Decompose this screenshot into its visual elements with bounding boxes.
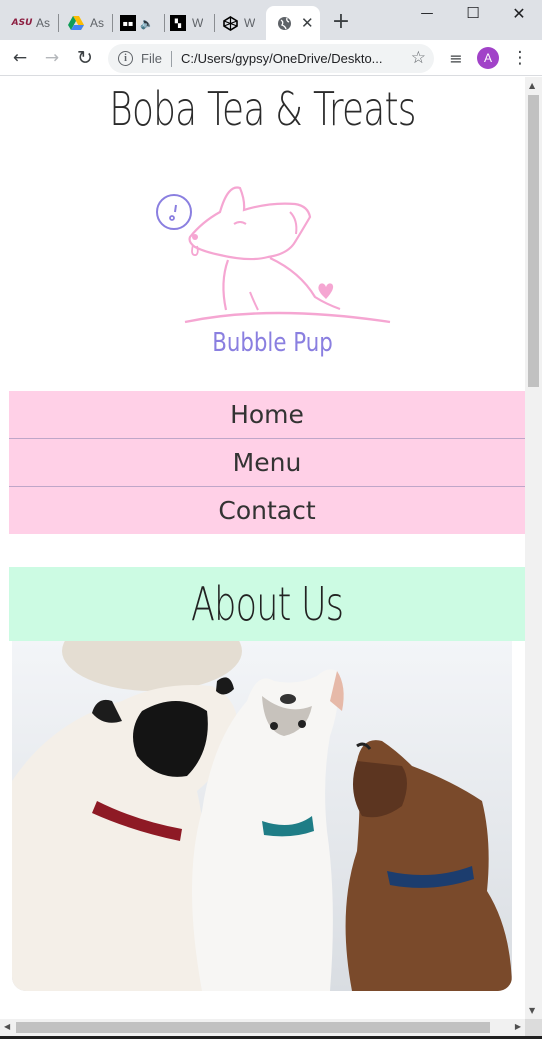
tab-doc[interactable]: ▚ W	[160, 6, 212, 40]
horizontal-scrollbar[interactable]: ◀ ▶	[0, 1019, 525, 1036]
nav-contact[interactable]: Contact	[9, 487, 525, 534]
google-drive-icon	[68, 15, 84, 31]
menu-icon[interactable]: ⋮	[508, 47, 532, 69]
about-title: About Us	[190, 577, 344, 631]
scroll-down-icon[interactable]: ▼	[529, 1006, 535, 1015]
nav-home[interactable]: Home	[9, 391, 525, 439]
site-title: Boba Tea & Treats	[109, 82, 416, 136]
about-section-header: About Us	[9, 567, 525, 641]
address-bar[interactable]: i File C:/Users/gypsy/OneDrive/Deskto...…	[108, 44, 434, 73]
corgi-logo-icon	[156, 186, 391, 324]
bookmark-star-icon[interactable]: ☆	[411, 48, 426, 68]
forward-button[interactable]: →	[40, 47, 64, 69]
doc-icon: ▚	[170, 15, 186, 31]
tab-codepen[interactable]: W	[212, 6, 264, 40]
tab-media[interactable]: ▪▪ 🔈	[110, 6, 164, 40]
maximize-button[interactable]: ☐	[450, 0, 496, 26]
tab-strip: ASU As As ▪▪ 🔈 ▚ W W ✕ + — ☐ ✕	[0, 0, 542, 40]
browser-toolbar: ← → ↻ i File C:/Users/gypsy/OneDrive/Des…	[0, 40, 542, 76]
dogs-photo-icon	[12, 641, 512, 991]
dogs-photo	[12, 641, 512, 991]
tab-asu[interactable]: ASU As	[4, 6, 56, 40]
scroll-left-icon[interactable]: ◀	[4, 1022, 10, 1031]
main-nav: Home Menu Contact	[9, 391, 525, 534]
horizontal-scroll-thumb[interactable]	[16, 1022, 490, 1033]
close-tab-icon[interactable]: ✕	[301, 14, 314, 32]
codepen-icon	[222, 15, 238, 31]
new-tab-button[interactable]: +	[330, 9, 352, 35]
logo: Bubble Pup	[150, 182, 395, 372]
back-button[interactable]: ←	[8, 47, 32, 69]
minimize-button[interactable]: —	[404, 0, 450, 26]
tab-title: W	[192, 16, 204, 30]
vertical-scroll-thumb[interactable]	[528, 95, 539, 387]
vertical-scrollbar[interactable]: ▲ ▼	[525, 77, 542, 1019]
close-window-button[interactable]: ✕	[496, 0, 542, 26]
scheme-label: File	[141, 51, 162, 66]
divider	[170, 50, 172, 67]
media-icon: ▪▪	[120, 15, 136, 31]
tab-title: As	[36, 16, 51, 30]
tab-drive[interactable]: As	[58, 6, 112, 40]
logo-text: Bubble Pup	[212, 328, 333, 358]
info-icon[interactable]: i	[118, 51, 133, 66]
scrollbar-corner	[525, 1019, 542, 1036]
profile-avatar[interactable]: A	[477, 47, 499, 69]
globe-icon	[276, 15, 292, 31]
speaker-icon: 🔈	[140, 16, 154, 30]
asu-logo-icon: ASU	[11, 18, 33, 28]
tab-title: W	[244, 16, 256, 30]
page-viewport: Boba Tea & Treats Bubble Pup Home Menu C…	[0, 77, 525, 1019]
nav-menu[interactable]: Menu	[9, 439, 525, 487]
tab-title: As	[90, 16, 105, 30]
scroll-up-icon[interactable]: ▲	[529, 81, 535, 90]
tab-active[interactable]: ✕	[266, 6, 320, 40]
url-text[interactable]: C:/Users/gypsy/OneDrive/Deskto...	[181, 51, 401, 66]
reload-button[interactable]: ↻	[73, 47, 97, 69]
scroll-right-icon[interactable]: ▶	[515, 1022, 521, 1031]
reading-list-icon[interactable]: ≡	[444, 47, 468, 69]
